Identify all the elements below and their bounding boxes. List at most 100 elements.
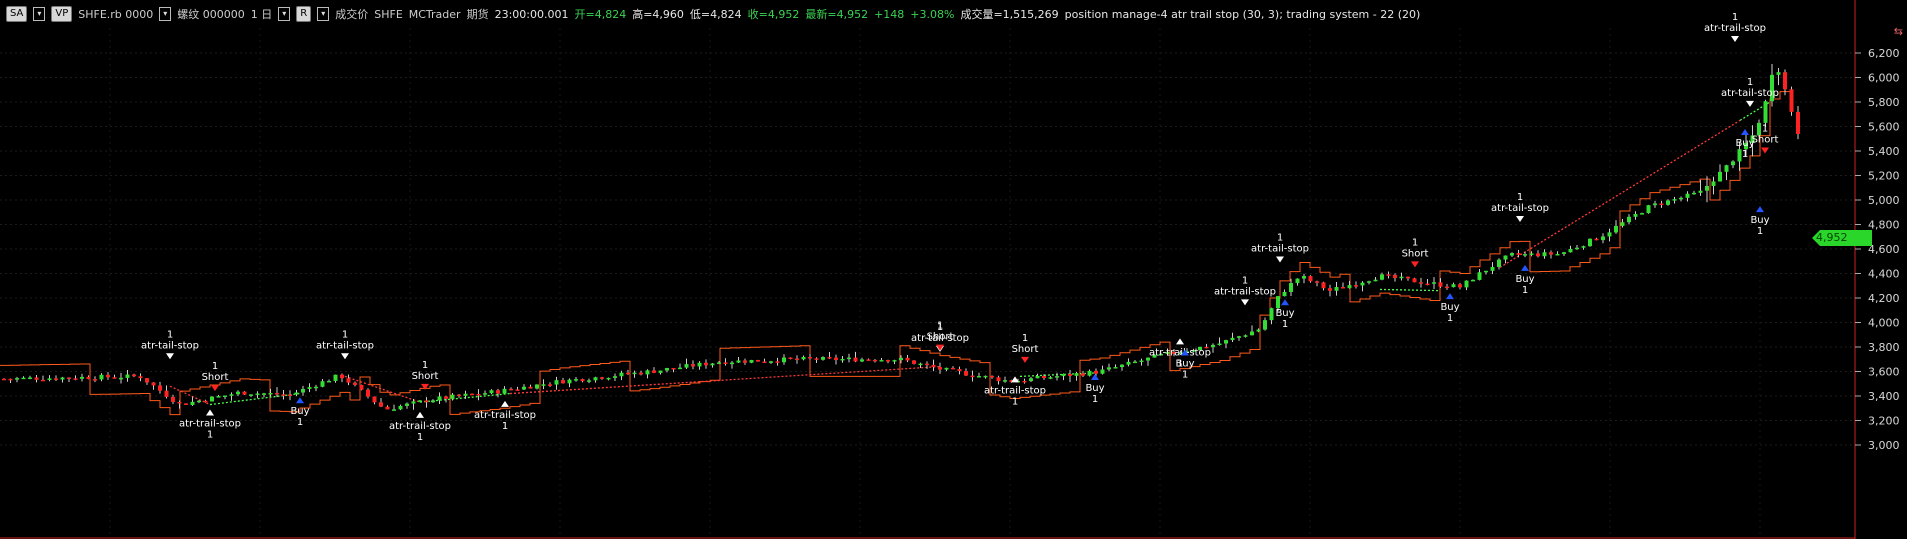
candle-body <box>912 360 916 364</box>
candle-body <box>775 361 780 363</box>
candle-body <box>866 359 871 361</box>
candle-body <box>827 357 832 359</box>
atr-stop-line <box>0 91 1790 416</box>
signal-marker[interactable]: atr-trail-stop1 <box>474 400 536 432</box>
price-chart[interactable]: 6,200 6,000 5,800 5,600 5,400 5,200 5,000 4,800… <box>0 0 1907 539</box>
candle-body <box>418 400 422 402</box>
signal-marker[interactable]: Buy1 <box>1750 206 1770 237</box>
candle-body <box>1490 266 1495 271</box>
candle-body <box>1672 199 1677 201</box>
candle-body <box>197 400 201 403</box>
signal-marker[interactable]: 1atr-trail-stop <box>1704 12 1766 42</box>
candle-body <box>717 362 721 364</box>
signal-marker[interactable]: Buy1 <box>1515 264 1535 296</box>
candle-body <box>1107 367 1111 370</box>
candle-body <box>1276 296 1280 309</box>
candle-body <box>1783 72 1787 90</box>
candle-body <box>1341 287 1345 289</box>
candle-body <box>541 384 546 386</box>
candle-body <box>1224 340 1228 344</box>
chart-settings-icon[interactable]: ⇆ <box>1894 25 1903 38</box>
signal-label: Buy <box>1515 274 1534 285</box>
candle-body <box>424 400 429 403</box>
candle-body <box>1484 270 1488 273</box>
axis-label: 4,200 <box>1868 292 1900 305</box>
signal-arrow-icon <box>1091 373 1099 380</box>
candle-body <box>821 357 825 360</box>
candle-body <box>1354 285 1358 287</box>
candle-body <box>639 372 643 375</box>
signal-label: Buy <box>1750 215 1769 226</box>
axis-label: 5,600 <box>1868 121 1900 134</box>
signal-qty: 1 <box>937 321 943 332</box>
candle-body <box>879 360 884 362</box>
candle-body <box>1217 343 1222 346</box>
candle-body <box>1718 171 1722 182</box>
candle-body <box>834 357 838 361</box>
candle-body <box>749 359 754 363</box>
candle-body <box>1295 278 1300 284</box>
signal-marker[interactable]: 1Short <box>1402 237 1429 268</box>
candle-body <box>522 386 526 390</box>
axis-label: 4,800 <box>1868 219 1900 232</box>
candle-body <box>73 378 78 380</box>
candle-body <box>957 368 962 372</box>
candle-body <box>1503 255 1508 260</box>
candle-body <box>710 363 715 366</box>
candle-body <box>1399 276 1404 279</box>
signal-marker[interactable]: Buy1 <box>1085 373 1105 405</box>
last-price-tag: 4,952 <box>1812 230 1872 246</box>
signal-marker[interactable]: 1atr-trail-stop <box>1214 275 1276 306</box>
axis-label: 5,400 <box>1868 145 1900 158</box>
axis-label: 6,000 <box>1868 72 1900 85</box>
candle-body <box>840 358 845 361</box>
candle-body <box>1380 274 1384 280</box>
signal-marker[interactable]: 1atr-tail-stop <box>1491 192 1549 223</box>
signal-qty: 1 <box>422 360 428 371</box>
candle-body <box>99 374 104 380</box>
signal-marker[interactable]: 1Short <box>412 360 439 390</box>
candle-body <box>255 393 260 395</box>
candle-body <box>756 359 760 362</box>
signal-label: atr-trail-stop <box>984 385 1046 396</box>
candle-body <box>1081 373 1085 376</box>
signal-marker[interactable]: Buy1 <box>290 397 310 428</box>
candle-body <box>216 396 221 398</box>
signal-qty: 1 <box>1522 285 1528 296</box>
candle-body <box>905 357 910 361</box>
signal-qty: 1 <box>297 417 303 428</box>
signal-marker[interactable]: 1atr-tail-stop <box>141 329 199 360</box>
candle-body <box>437 396 442 401</box>
candle-body <box>1575 247 1579 250</box>
candle-body <box>1035 375 1040 379</box>
price-axis[interactable]: 6,200 6,000 5,800 5,600 5,400 5,200 5,000 4,800… <box>1855 47 1900 452</box>
candle-body <box>626 372 630 375</box>
signal-label: Buy <box>1175 358 1194 369</box>
candle-body <box>1308 276 1313 282</box>
signal-marker[interactable]: 1Short <box>927 321 954 351</box>
candle-body <box>697 362 702 367</box>
candle-body <box>1601 236 1605 241</box>
candle-body <box>1373 279 1378 282</box>
candle-body <box>983 375 988 378</box>
signal-marker[interactable]: atr-trail-stop1 <box>179 409 241 440</box>
signal-label: atr-trail-stop <box>1214 286 1276 297</box>
candle-body <box>1523 254 1527 256</box>
signal-marker[interactable]: atr-trail-stop1 <box>389 411 451 443</box>
signal-label: Buy <box>290 406 309 417</box>
signal-marker[interactable]: 1Short <box>1752 123 1779 154</box>
signal-marker[interactable]: 1Short <box>1012 333 1039 363</box>
candle-body <box>548 384 552 386</box>
signal-marker[interactable]: 1atr-tail-stop <box>1251 232 1309 263</box>
candle-body <box>1724 165 1729 172</box>
candle-body <box>151 382 156 386</box>
signal-marker[interactable]: 1atr-tail-stop <box>316 329 374 360</box>
candle-body <box>1685 193 1690 198</box>
signal-marker[interactable]: atr-trail-stop1 <box>984 376 1046 407</box>
signal-label: atr-tail-stop <box>316 340 374 351</box>
candle-body <box>801 356 806 360</box>
signal-arrow-icon <box>1756 206 1764 213</box>
signal-qty: 1 <box>502 421 508 432</box>
signal-qty: 1 <box>417 432 423 443</box>
candle-body <box>138 376 143 379</box>
